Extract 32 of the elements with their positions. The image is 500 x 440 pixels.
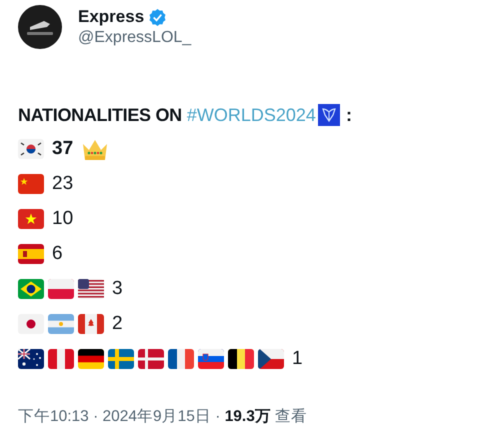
flag-icon [168,348,194,368]
count-text: 37 [52,138,74,160]
flag-icon [228,348,254,368]
flag-icon [18,138,44,158]
flag-icon [78,314,104,334]
flag-icon [258,348,284,368]
flag-icon [18,244,44,264]
count-text: 1 [292,348,303,370]
flag-icon [48,314,74,334]
flag-icon [18,348,44,368]
flag-icon [48,348,74,368]
flag-icon [78,348,104,368]
count-text: 3 [112,278,123,300]
flag-icon [78,278,104,298]
flag-icon [18,314,44,334]
author-name[interactable]: Express [78,7,144,27]
tweet-meta: 下午10:13 · 2024年9月15日 · 19.3万 查看 [18,407,308,427]
count-text: 10 [52,208,74,230]
count-text: 6 [52,242,63,264]
count-text: 23 [52,172,74,194]
avatar-icon[interactable] [18,5,62,49]
flag-icon [18,208,44,228]
flag-icon [138,348,164,368]
flag-icon [198,348,224,368]
flag-icon [18,174,44,194]
author-handle[interactable]: @ExpressLOL_ [78,29,192,47]
heading-text: NATIONALITIES ON [18,104,182,126]
flag-icon [48,278,74,298]
count-text: 2 [112,312,123,334]
colon-text: : [346,104,352,126]
flag-icon [108,348,134,368]
flag-icon [18,278,44,298]
